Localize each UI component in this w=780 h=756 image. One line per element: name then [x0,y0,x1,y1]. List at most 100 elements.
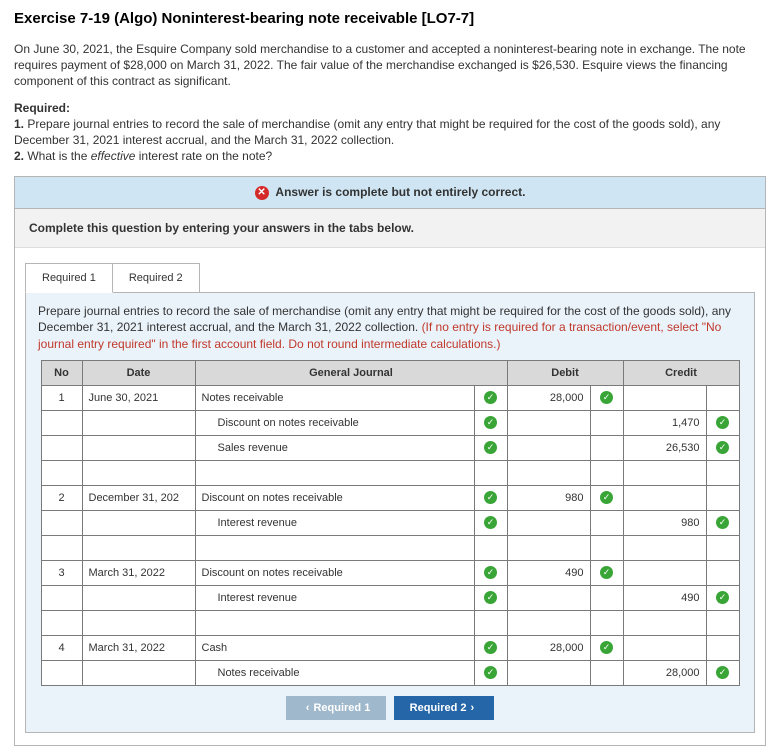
header-debit: Debit [507,360,623,385]
cell-account-mark: ✓ [474,435,507,460]
cell-date[interactable]: March 31, 2022 [82,635,195,660]
cell-debit-mark: ✓ [590,635,623,660]
cell-account[interactable]: Notes receivable [195,385,474,410]
cell-no: 2 [41,485,82,510]
cell-credit-mark: ✓ [706,435,739,460]
cell-date[interactable] [82,510,195,535]
check-icon: ✓ [484,491,497,504]
intro-text: On June 30, 2021, the Esquire Company so… [14,41,766,90]
cell-account-mark: ✓ [474,510,507,535]
cell-credit-mark: ✓ [706,510,739,535]
check-icon: ✓ [600,641,613,654]
journal-table: No Date General Journal Debit Credit 1Ju… [41,360,740,686]
cell-account[interactable]: Discount on notes receivable [195,485,474,510]
page-title: Exercise 7-19 (Algo) Noninterest-bearing… [14,10,766,27]
cell-credit[interactable]: 26,530 [623,435,706,460]
cell-debit[interactable] [507,435,590,460]
cell-debit[interactable]: 28,000 [507,385,590,410]
cell-no: 1 [41,385,82,410]
cell-debit[interactable]: 490 [507,560,590,585]
table-row: 1June 30, 2021Notes receivable ✓ 28,000 ✓ [41,385,739,410]
cell-no [41,585,82,610]
cell-account[interactable]: Discount on notes receivable [195,560,474,585]
cell-date[interactable] [82,585,195,610]
table-row: Discount on notes receivable✓1,470✓ [41,410,739,435]
cell-no: 4 [41,635,82,660]
status-bar: ✕ Answer is complete but not entirely co… [15,177,765,209]
tab-required-1[interactable]: Required 1 [25,263,113,293]
required-heading: Required: [14,101,70,115]
cell-no [41,510,82,535]
check-icon: ✓ [484,441,497,454]
cell-credit[interactable] [623,635,706,660]
prompt: Prepare journal entries to record the sa… [26,293,754,360]
cell-date[interactable]: June 30, 2021 [82,385,195,410]
cell-debit-mark [590,585,623,610]
cell-no [41,435,82,460]
cell-date[interactable] [82,410,195,435]
cell-debit[interactable] [507,585,590,610]
cell-debit-mark [590,410,623,435]
chevron-left-icon: ‹ [302,702,314,714]
check-icon: ✓ [716,666,729,679]
cell-no: 3 [41,560,82,585]
cell-account-mark: ✓ [474,410,507,435]
prev-button[interactable]: ‹Required 1 [286,696,387,720]
header-credit: Credit [623,360,739,385]
table-row [41,610,739,635]
header-date: Date [82,360,195,385]
cell-debit-mark [590,510,623,535]
cell-date[interactable] [82,435,195,460]
cell-date[interactable]: December 31, 202 [82,485,195,510]
header-no: No [41,360,82,385]
cell-credit-mark: ✓ [706,585,739,610]
table-row: 4March 31, 2022Cash✓28,000✓ [41,635,739,660]
cell-credit[interactable] [623,560,706,585]
table-row: 2December 31, 202Discount on notes recei… [41,485,739,510]
check-icon: ✓ [716,416,729,429]
cell-credit-mark [706,385,739,410]
cell-debit-mark: ✓ [590,485,623,510]
cell-account-mark: ✓ [474,485,507,510]
check-icon: ✓ [600,391,613,404]
cell-account[interactable]: Interest revenue [195,585,474,610]
cell-credit[interactable] [623,385,706,410]
table-row [41,460,739,485]
table-row: Sales revenue✓26,530✓ [41,435,739,460]
cell-debit[interactable] [507,510,590,535]
cell-account-mark: ✓ [474,385,507,410]
required-2-text-b: interest rate on the note? [135,149,272,163]
status-text: Answer is complete but not entirely corr… [275,185,525,199]
check-icon: ✓ [484,391,497,404]
cell-credit-mark: ✓ [706,410,739,435]
table-row [41,535,739,560]
cell-debit[interactable] [507,410,590,435]
cell-account[interactable]: Interest revenue [195,510,474,535]
cell-account[interactable]: Sales revenue [195,435,474,460]
cell-credit[interactable] [623,485,706,510]
cell-debit-mark: ✓ [590,560,623,585]
tab-required-2[interactable]: Required 2 [112,263,200,293]
table-row: Interest revenue✓490✓ [41,585,739,610]
check-icon: ✓ [484,666,497,679]
cell-credit-mark [706,560,739,585]
cell-debit-mark [590,435,623,460]
cell-credit-mark [706,635,739,660]
cell-account[interactable]: Cash [195,635,474,660]
next-button[interactable]: Required 2› [394,696,495,720]
cell-credit[interactable]: 1,470 [623,410,706,435]
required-2-text-a: What is the [27,149,90,163]
check-icon: ✓ [484,516,497,529]
cell-credit[interactable]: 490 [623,585,706,610]
cell-debit[interactable]: 28,000 [507,635,590,660]
cell-date[interactable]: March 31, 2022 [82,560,195,585]
required-2-label: 2. [14,149,24,163]
cell-account[interactable]: Discount on notes receivable [195,410,474,435]
cell-credit[interactable]: 980 [623,510,706,535]
cell-no [41,410,82,435]
check-icon: ✓ [716,591,729,604]
cell-debit[interactable]: 980 [507,485,590,510]
nav-row: ‹Required 1 Required 2› [26,696,754,720]
cell-credit-mark [706,485,739,510]
table-row: Interest revenue✓980✓ [41,510,739,535]
